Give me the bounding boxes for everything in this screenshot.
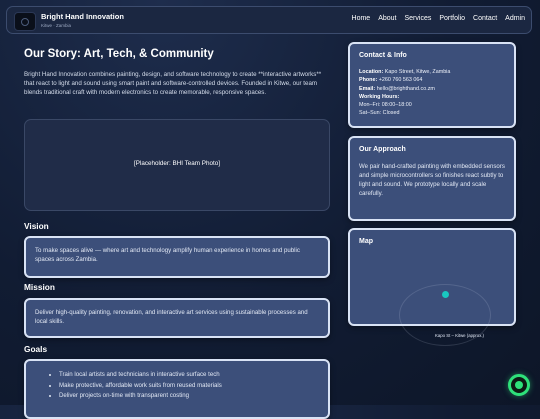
photo-placeholder-label: [Placeholder: BHI Team Photo] (134, 160, 220, 167)
brand-name[interactable]: Bright Hand Innovation (41, 12, 124, 21)
map-pin-icon[interactable] (442, 291, 449, 298)
hours-label: Working Hours: (359, 93, 400, 100)
location-value: Kapo Street, Kitwe, Zambia (384, 69, 451, 75)
map-caption: Kapo St – Kitwe (approx.) (435, 333, 484, 338)
hours-weekend: Sat–Sun: Closed (359, 110, 400, 117)
email-label: Email: (359, 85, 376, 92)
intro-paragraph: Bright Hand Innovation combines painting… (24, 71, 322, 96)
nav-link-about[interactable]: About (378, 15, 396, 22)
location-label: Location: (359, 69, 384, 75)
main-content: Our Story: Art, Tech, & Community (24, 48, 330, 60)
phone-label: Phone: (359, 77, 378, 84)
page-title: Our Story: Art, Tech, & Community (24, 48, 214, 60)
hours-weekday: Mon–Fri: 08:00–18:00 (359, 102, 412, 109)
goal-item: Make protective, affordable work suits f… (59, 381, 328, 392)
team-photo-placeholder: [Placeholder: BHI Team Photo] (24, 119, 330, 211)
goals-list: Train local artists and technicians in i… (26, 370, 328, 402)
goals-heading: Goals (24, 344, 48, 354)
nav-link-services[interactable]: Services (405, 15, 432, 22)
contact-card: Contact & Info Location: Kapo Street, Ki… (348, 42, 516, 128)
nav-link-contact[interactable]: Contact (473, 15, 497, 22)
brand-location: Kitwe · Zambia (41, 23, 72, 28)
site-header: Bright Hand Innovation Kitwe · Zambia Ho… (6, 6, 532, 34)
main-nav: Home About Services Portfolio Contact Ad… (352, 15, 525, 22)
map-card: Map Kapo St – Kitwe (approx.) (348, 228, 516, 346)
nav-link-admin[interactable]: Admin (505, 15, 525, 22)
phone-link[interactable]: +260 760 563 064 (379, 77, 423, 83)
mission-card: Deliver high-quality painting, renovatio… (24, 298, 330, 338)
contact-details: Location: Kapo Street, Kitwe, Zambia Pho… (359, 68, 450, 118)
approach-title: Our Approach (359, 146, 406, 153)
approach-text: We pair hand-crafted painting with embed… (359, 163, 505, 197)
map-title: Map (359, 238, 373, 245)
email-link[interactable]: hello@brighthand.co.zm (377, 86, 435, 92)
goal-item: Deliver projects on-time with transparen… (59, 391, 328, 402)
nav-link-home[interactable]: Home (352, 15, 371, 22)
mission-heading: Mission (24, 282, 55, 292)
goal-item: Train local artists and technicians in i… (59, 370, 328, 381)
logo-icon[interactable] (14, 12, 36, 31)
vision-card: To make spaces alive — where art and tec… (24, 236, 330, 278)
contact-title: Contact & Info (359, 52, 407, 59)
nav-link-portfolio[interactable]: Portfolio (439, 15, 465, 22)
vision-text: To make spaces alive — where art and tec… (35, 247, 300, 263)
approach-card: Our Approach We pair hand-crafted painti… (348, 136, 516, 221)
vision-heading: Vision (24, 221, 49, 231)
goals-card: Train local artists and technicians in i… (24, 359, 330, 419)
chat-icon[interactable] (508, 374, 530, 396)
mission-text: Deliver high-quality painting, renovatio… (35, 309, 308, 325)
map-view[interactable]: Kapo St – Kitwe (approx.) (359, 252, 507, 346)
